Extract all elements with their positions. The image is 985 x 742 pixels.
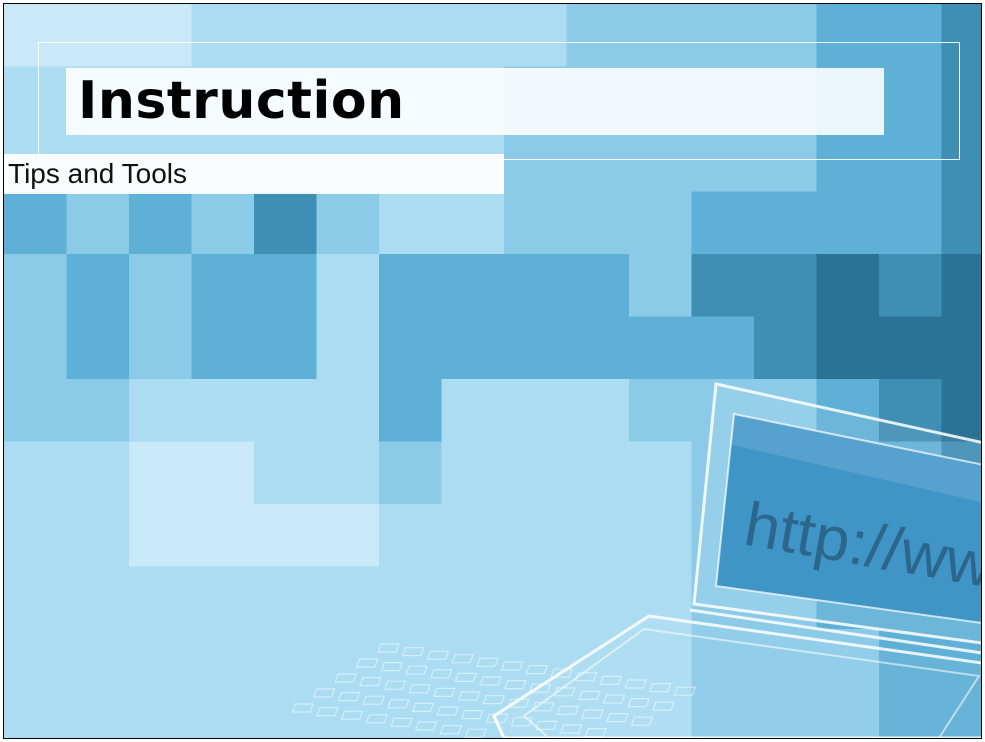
laptop-key bbox=[414, 721, 438, 731]
laptop-key bbox=[340, 710, 364, 720]
laptop-key bbox=[383, 680, 407, 690]
laptop-key bbox=[312, 688, 336, 698]
laptop-key bbox=[461, 709, 484, 720]
laptop-key bbox=[408, 684, 432, 694]
laptop-key bbox=[464, 728, 487, 738]
laptop-key bbox=[429, 669, 453, 679]
laptop-key bbox=[476, 657, 499, 668]
laptop-key bbox=[405, 665, 428, 675]
laptop-key bbox=[500, 661, 524, 671]
laptop-key bbox=[359, 676, 382, 687]
laptop-key bbox=[334, 673, 357, 683]
laptop-key bbox=[387, 699, 410, 709]
laptop-key bbox=[439, 724, 463, 735]
laptop-key bbox=[337, 691, 361, 702]
laptop-key bbox=[482, 694, 506, 705]
laptop-key bbox=[355, 658, 379, 668]
laptop-key bbox=[380, 661, 404, 672]
laptop-key bbox=[433, 687, 456, 698]
laptop-key bbox=[411, 702, 435, 713]
laptop-key bbox=[291, 703, 315, 713]
laptop-key bbox=[426, 650, 450, 660]
slide: Instruction Tips and Tools http://ww bbox=[3, 3, 982, 739]
laptop-key bbox=[454, 672, 478, 683]
laptop-key bbox=[451, 654, 474, 664]
laptop-key bbox=[504, 679, 527, 690]
laptop-key bbox=[362, 695, 385, 705]
laptop-key bbox=[377, 643, 400, 653]
laptop-key bbox=[457, 691, 481, 701]
laptop-icon: http://ww bbox=[291, 382, 981, 738]
laptop-key bbox=[436, 706, 459, 716]
laptop-key bbox=[525, 664, 549, 675]
laptop-key bbox=[402, 646, 425, 657]
laptop-key bbox=[316, 706, 339, 717]
laptop-key bbox=[390, 717, 413, 728]
laptop-key bbox=[479, 676, 502, 686]
laptop-key bbox=[365, 714, 389, 724]
